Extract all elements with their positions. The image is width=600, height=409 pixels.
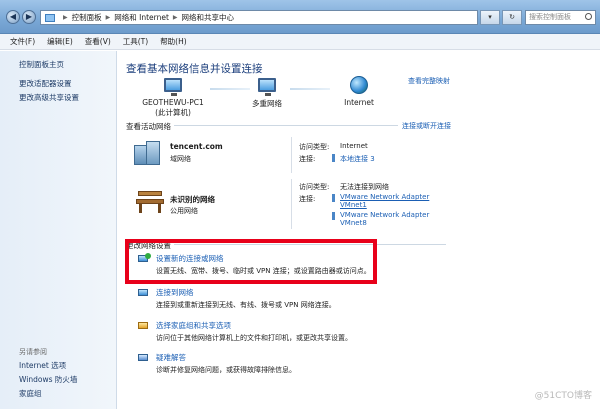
adapter-icon	[332, 212, 335, 220]
sidebar-item-control-panel-home[interactable]: 控制面板主页	[19, 59, 64, 70]
title-bar: ◀ ▶ ▶ 控制面板 ▶ 网络和 Internet ▶ 网络和共享中心 ▾ ↻ …	[0, 0, 600, 34]
computer-sub: (此计算机)	[155, 108, 191, 117]
sidebar-item-change-adapter[interactable]: 更改适配器设置	[19, 78, 72, 89]
multiple-networks: 多重网络	[252, 99, 282, 108]
annotation-highlight-box	[125, 239, 377, 284]
task-description: 连接到或重新连接到无线、有线、拨号或 VPN 网络连接。	[156, 301, 336, 309]
adapter-icon	[332, 154, 335, 162]
network-name: 未识别的网络	[170, 195, 215, 204]
sidebar-item-advanced-sharing[interactable]: 更改高级共享设置	[19, 92, 79, 103]
domain-network-icon	[134, 141, 160, 165]
menu-bar: 文件(F) 编辑(E) 查看(V) 工具(T) 帮助(H)	[0, 34, 600, 50]
refresh-icon[interactable]: ↻	[502, 10, 522, 25]
troubleshoot-icon	[138, 352, 150, 363]
full-map-link[interactable]: 查看完整映射	[408, 76, 450, 86]
network-type[interactable]: 公用网络	[170, 206, 198, 216]
active-networks-title: 查看活动网络	[126, 121, 174, 132]
computer-name: GEOTHEWU-PC1	[142, 98, 204, 107]
sidebar: 控制面板主页 更改适配器设置 更改高级共享设置 另请参阅 Internet 选项…	[0, 51, 117, 409]
chevron-right-icon: ▶	[105, 14, 111, 21]
control-panel-icon	[45, 13, 55, 22]
globe-icon	[350, 76, 368, 94]
connection-link[interactable]: VMware Network Adapter VMnet8	[340, 211, 435, 227]
connections-label: 连接:	[299, 195, 316, 203]
chevron-right-icon: ▶	[172, 14, 178, 21]
page-title: 查看基本网络信息并设置连接	[126, 63, 263, 75]
computer-icon	[164, 78, 182, 96]
menu-tools[interactable]: 工具(T)	[123, 36, 148, 47]
network-icon	[258, 78, 276, 96]
connection-link[interactable]: VMware Network Adapter VMnet1	[340, 193, 435, 209]
map-node-computer[interactable]: GEOTHEWU-PC1 (此计算机)	[138, 78, 208, 118]
map-node-internet[interactable]: Internet	[336, 76, 382, 107]
adapter-icon	[332, 194, 335, 202]
sidebar-item-internet-options[interactable]: Internet 选项	[19, 360, 66, 371]
menu-view[interactable]: 查看(V)	[85, 36, 111, 47]
divider	[291, 179, 292, 229]
task-description: 访问位于其他网络计算机上的文件和打印机，或更改共享设置。	[156, 334, 352, 342]
task-description: 诊断并修复网络问题，或获得故障排除信息。	[156, 366, 296, 374]
chevron-right-icon: ▶	[63, 14, 68, 21]
connections-label: 连接:	[299, 155, 316, 163]
internet-label: Internet	[344, 98, 374, 107]
see-also-title: 另请参阅	[19, 348, 47, 356]
search-placeholder: 搜索控制面板	[529, 13, 571, 21]
network-name: tencent.com	[170, 142, 223, 151]
divider	[291, 137, 292, 173]
connection-link[interactable]: 本地连接 3	[340, 154, 375, 164]
homegroup-sharing-link[interactable]: 选择家庭组和共享选项	[156, 320, 231, 331]
menu-edit[interactable]: 编辑(E)	[47, 36, 73, 47]
connect-disconnect-link[interactable]: 连接或断开连接	[402, 121, 451, 131]
breadcrumb-network-sharing[interactable]: 网络和共享中心	[182, 12, 235, 23]
map-connector	[290, 88, 330, 90]
sidebar-item-homegroup[interactable]: 家庭组	[19, 388, 42, 399]
search-icon	[585, 13, 592, 20]
dropdown-arrow-icon[interactable]: ▾	[480, 10, 500, 25]
search-input[interactable]: 搜索控制面板	[525, 10, 596, 25]
access-type-value: 无法连接到网络	[340, 183, 389, 191]
connect-to-network-link[interactable]: 连接到网络	[156, 287, 194, 298]
address-tools: ▾ ↻	[480, 10, 522, 25]
connect-network-icon	[138, 287, 150, 298]
troubleshoot-link[interactable]: 疑难解答	[156, 352, 186, 363]
menu-help[interactable]: 帮助(H)	[160, 36, 187, 47]
map-node-multiple[interactable]: 多重网络	[242, 78, 292, 109]
access-type-label: 访问类型:	[299, 183, 330, 191]
watermark: @51CTO博客	[534, 391, 592, 401]
access-type-value: Internet	[340, 142, 368, 150]
breadcrumb-network-internet[interactable]: 网络和 Internet	[114, 12, 169, 23]
network-type[interactable]: 域网络	[170, 154, 191, 164]
back-button[interactable]: ◀	[6, 10, 20, 24]
menu-file[interactable]: 文件(F)	[10, 36, 35, 47]
breadcrumb-control-panel[interactable]: 控制面板	[72, 12, 102, 23]
sidebar-item-windows-firewall[interactable]: Windows 防火墙	[19, 374, 77, 385]
forward-button[interactable]: ▶	[22, 10, 36, 24]
main-panel: 查看基本网络信息并设置连接 查看完整映射 GEOTHEWU-PC1 (此计算机)…	[118, 51, 600, 409]
homegroup-icon	[138, 320, 150, 331]
public-network-icon	[136, 191, 164, 213]
access-type-label: 访问类型:	[299, 143, 330, 151]
address-bar[interactable]: ▶ 控制面板 ▶ 网络和 Internet ▶ 网络和共享中心	[40, 10, 478, 25]
